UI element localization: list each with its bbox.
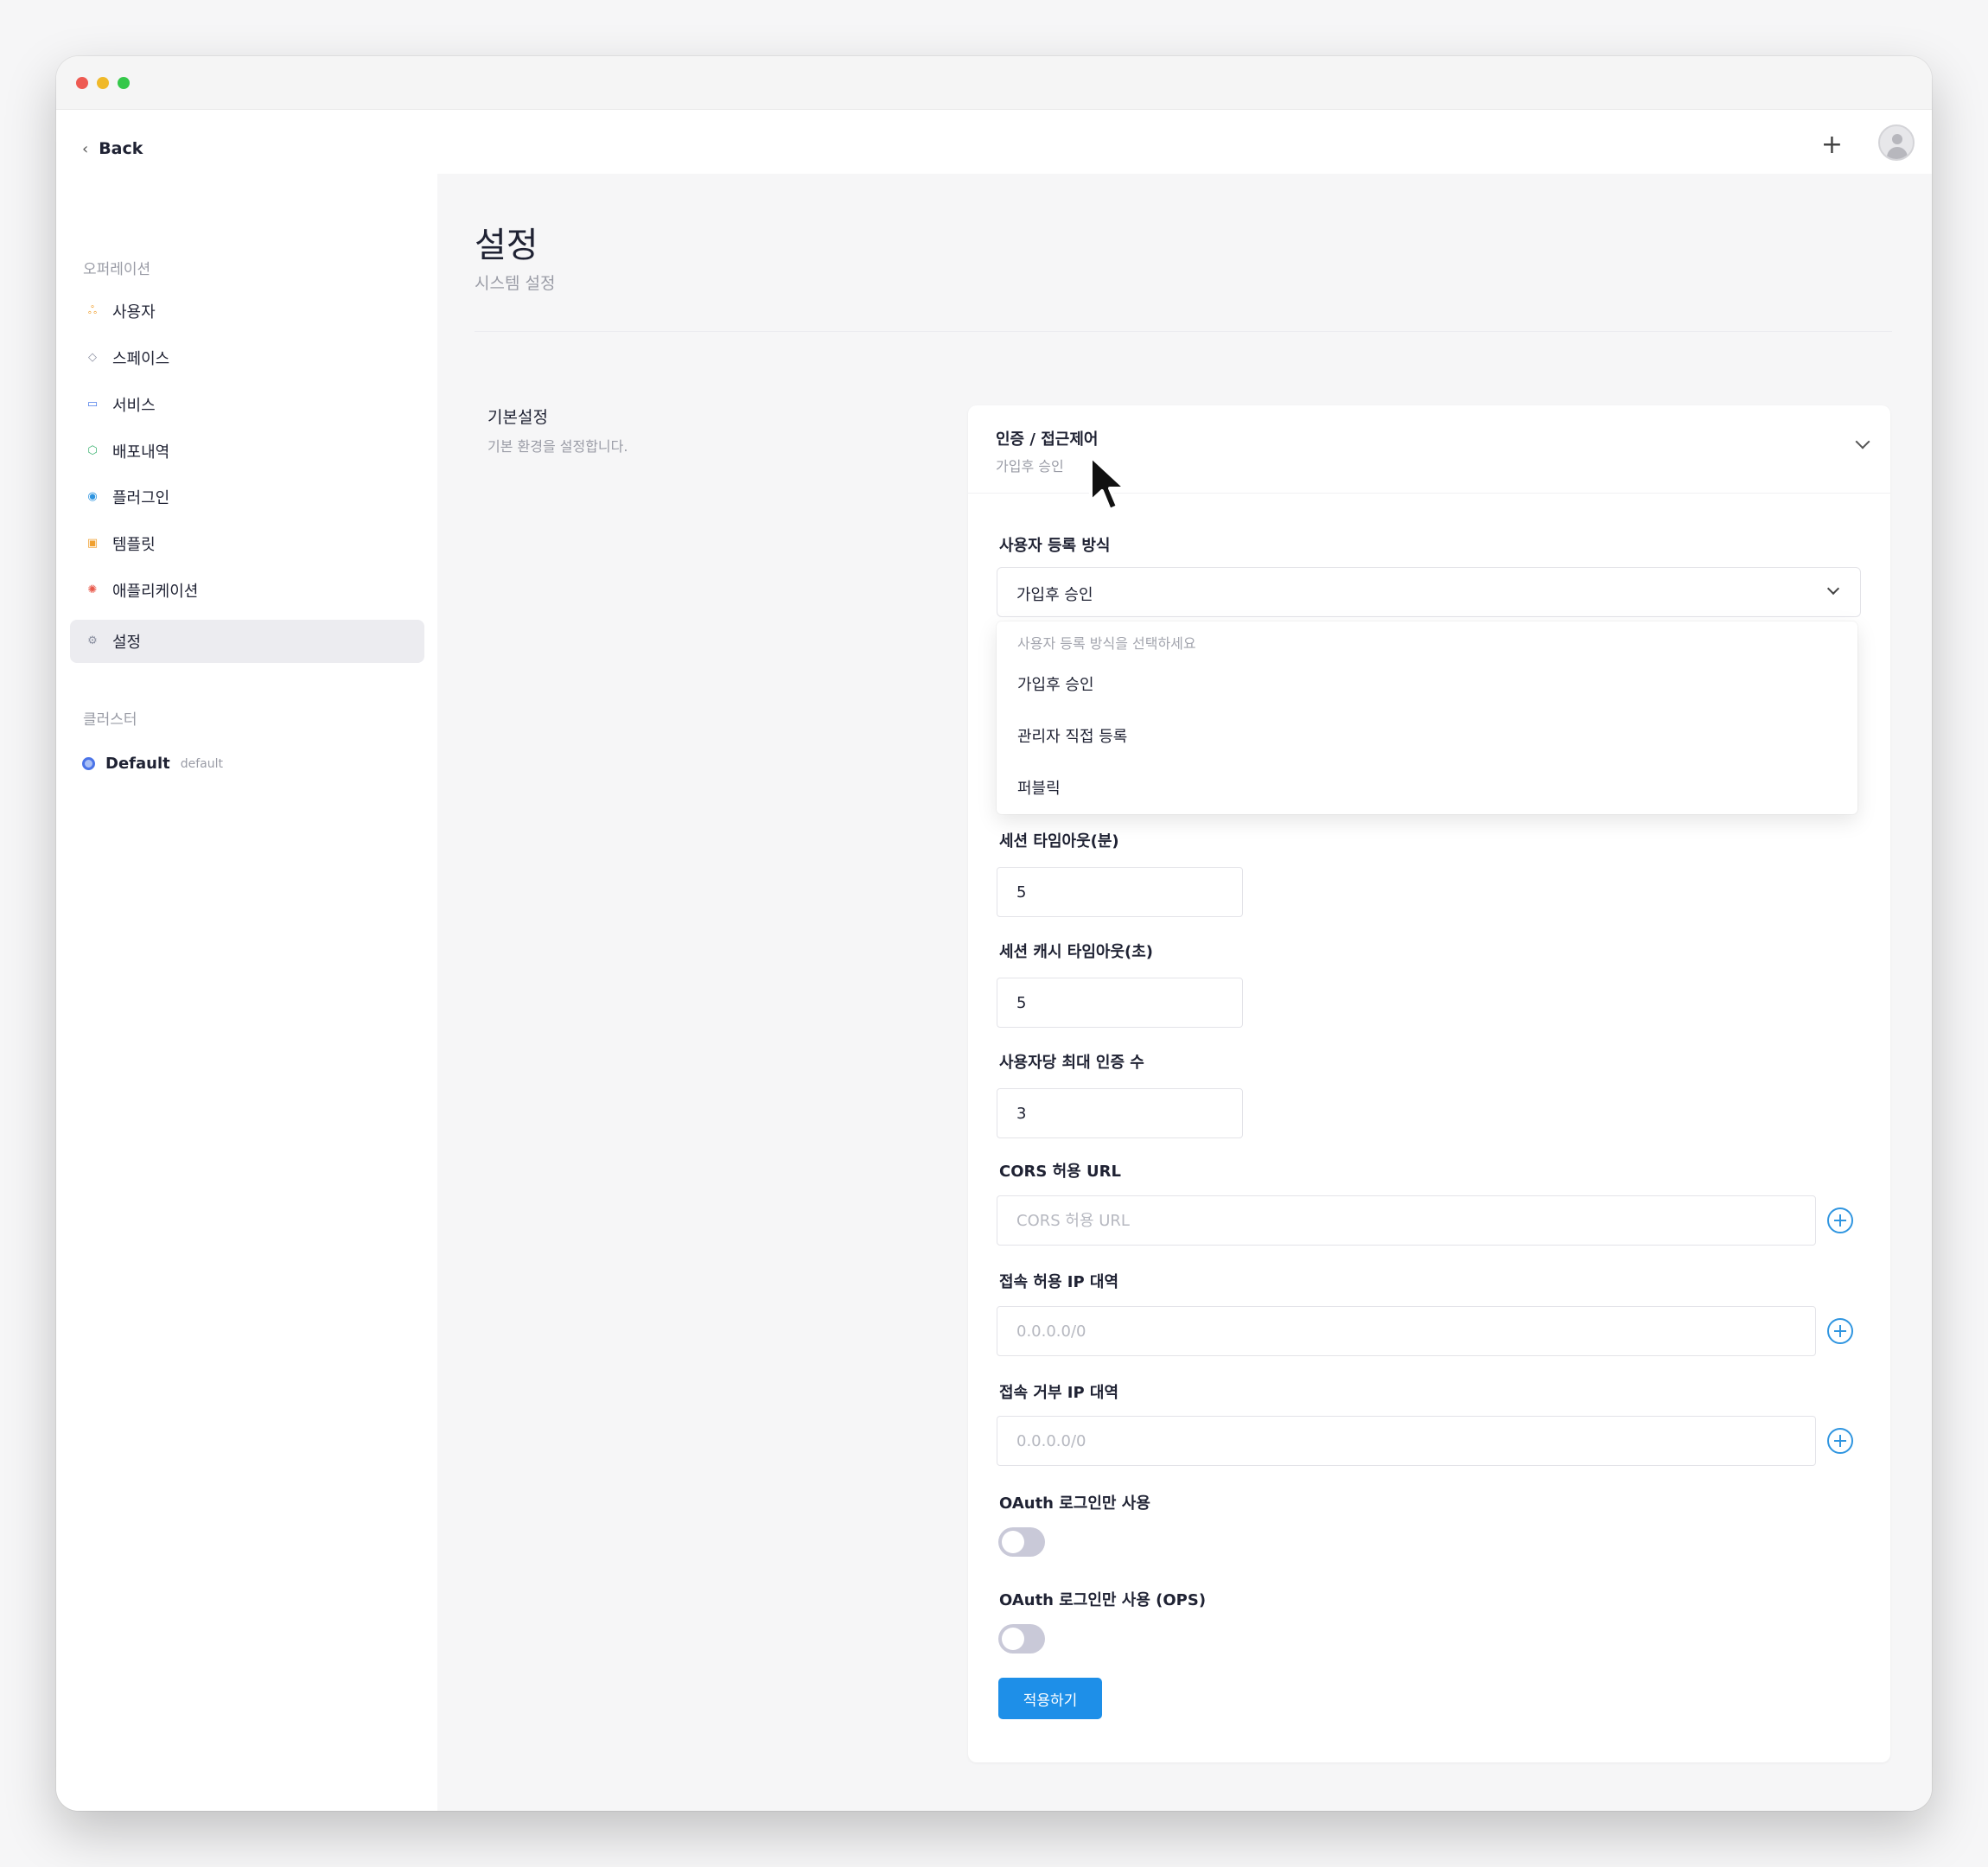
close-window-button[interactable] xyxy=(76,77,88,89)
sidebar-item-label: 배포내역 xyxy=(112,443,170,462)
title-bar xyxy=(56,56,1932,110)
minimize-window-button[interactable] xyxy=(97,77,109,89)
sidebar-section-operations: 오퍼레이션 xyxy=(83,261,151,278)
sidebar-item-templates[interactable]: ▣ 템플릿 xyxy=(70,522,424,565)
session-timeout-input[interactable] xyxy=(997,867,1243,917)
chevron-down-icon xyxy=(1855,434,1870,449)
registration-dropdown-menu: 사용자 등록 방식을 선택하세요 가입후 승인 관리자 직접 등록 퍼블릭 xyxy=(997,621,1857,814)
add-deny-ip-icon[interactable] xyxy=(1827,1428,1853,1454)
cors-url-input[interactable] xyxy=(997,1195,1816,1246)
group-title: 기본설정 xyxy=(487,408,548,427)
divider xyxy=(475,331,1892,332)
dropdown-option-approve-after-signup[interactable]: 가입후 승인 xyxy=(997,660,1857,708)
cluster-status-icon xyxy=(82,757,95,770)
registration-select[interactable]: 가입후 승인 xyxy=(997,567,1861,617)
add-cors-url-icon[interactable] xyxy=(1827,1207,1853,1233)
chevron-left-icon: ‹ xyxy=(82,139,89,158)
cluster-namespace: default xyxy=(180,756,223,771)
sidebar-item-label: 애플리케이션 xyxy=(112,583,199,601)
sidebar-item-label: 플러그인 xyxy=(112,489,170,507)
dropdown-option-admin-register[interactable]: 관리자 직접 등록 xyxy=(997,711,1857,760)
back-button[interactable]: ‹ Back xyxy=(82,139,143,158)
registration-label: 사용자 등록 방식 xyxy=(999,537,1111,555)
sidebar-item-spaces[interactable]: ◇ 스페이스 xyxy=(70,336,424,379)
registration-select-value: 가입후 승인 xyxy=(1016,586,1093,604)
package-icon: ▣ xyxy=(86,537,99,550)
allow-ip-label: 접속 허용 IP 대역 xyxy=(999,1273,1119,1291)
cors-label: CORS 허용 URL xyxy=(999,1163,1121,1181)
card-subtitle: 가입후 승인 xyxy=(996,458,1064,475)
sidebar-item-label: 설정 xyxy=(112,634,142,652)
sidebar-section-clusters: 클러스터 xyxy=(83,711,137,729)
gear-icon: ⚙ xyxy=(87,634,98,647)
deny-ip-input[interactable] xyxy=(997,1416,1816,1466)
page-subtitle: 시스템 설정 xyxy=(475,274,556,293)
window-icon: ▭ xyxy=(86,398,99,411)
plus-icon[interactable]: + xyxy=(1821,132,1843,158)
session-timeout-label: 세션 타임아웃(분) xyxy=(999,832,1119,851)
sidebar-item-label: 서비스 xyxy=(112,397,156,415)
sidebar-item-services[interactable]: ▭ 서비스 xyxy=(70,383,424,426)
sidebar-item-cluster-default[interactable]: Default default xyxy=(82,755,223,773)
card-title: 인증 / 접근제어 xyxy=(996,430,1099,449)
sidebar-item-applications[interactable]: ✺ 애플리케이션 xyxy=(70,569,424,612)
cluster-name: Default xyxy=(105,755,170,773)
chevron-down-icon xyxy=(1826,582,1840,596)
auth-access-card: 인증 / 접근제어 가입후 승인 사용자 등록 방식 가입후 승인 사용자 등록… xyxy=(968,405,1890,1762)
group-subtitle: 기본 환경을 설정합니다. xyxy=(487,438,628,455)
page-title: 설정 xyxy=(475,226,538,265)
session-cache-timeout-label: 세션 캐시 타임아웃(초) xyxy=(999,943,1154,961)
maximize-window-button[interactable] xyxy=(118,77,130,89)
allow-ip-input[interactable] xyxy=(997,1306,1816,1356)
app-icon: ✺ xyxy=(87,583,98,596)
back-label: Back xyxy=(99,139,143,158)
sidebar-item-deployments[interactable]: ⬡ 배포내역 xyxy=(70,430,424,473)
add-allow-ip-icon[interactable] xyxy=(1827,1318,1853,1344)
oauth-only-label: OAuth 로그인만 사용 xyxy=(999,1494,1150,1513)
sidebar-item-settings[interactable]: ⚙ 설정 xyxy=(70,620,424,663)
oauth-only-ops-label: OAuth 로그인만 사용 (OPS) xyxy=(999,1591,1207,1609)
user-avatar-icon[interactable] xyxy=(1878,124,1915,161)
sidebar-item-label: 사용자 xyxy=(112,303,156,322)
app-window: ‹ Back + 오퍼레이션 ஃ 사용자 ◇ 스페이스 ▭ 서비스 ⬡ 배포내역… xyxy=(56,56,1932,1811)
oauth-only-ops-toggle[interactable] xyxy=(998,1624,1045,1654)
mouse-pointer-icon xyxy=(1089,455,1127,512)
sidebar-item-label: 템플릿 xyxy=(112,536,156,554)
sidebar-item-label: 스페이스 xyxy=(112,350,170,368)
deny-ip-label: 접속 거부 IP 대역 xyxy=(999,1384,1119,1402)
max-auth-input[interactable] xyxy=(997,1088,1243,1138)
sidebar: 오퍼레이션 ஃ 사용자 ◇ 스페이스 ▭ 서비스 ⬡ 배포내역 ◉ 플러그인 ▣… xyxy=(56,174,437,1811)
main-content: 설정 시스템 설정 기본설정 기본 환경을 설정합니다. 인증 / 접근제어 가… xyxy=(437,174,1932,1811)
oauth-only-toggle[interactable] xyxy=(998,1527,1045,1557)
plugin-icon: ◉ xyxy=(87,490,98,503)
box-icon: ⬡ xyxy=(87,444,98,457)
top-bar xyxy=(56,110,1932,174)
apply-button[interactable]: 적용하기 xyxy=(998,1678,1102,1719)
sidebar-item-plugins[interactable]: ◉ 플러그인 xyxy=(70,475,424,519)
max-auth-label: 사용자당 최대 인증 수 xyxy=(999,1054,1144,1072)
sidebar-item-users[interactable]: ஃ 사용자 xyxy=(70,290,424,333)
session-cache-timeout-input[interactable] xyxy=(997,978,1243,1028)
dropdown-option-public[interactable]: 퍼블릭 xyxy=(997,763,1857,812)
users-icon: ஃ xyxy=(87,304,98,317)
layers-icon: ◇ xyxy=(88,351,97,364)
dropdown-placeholder: 사용자 등록 방식을 선택하세요 xyxy=(1017,635,1196,652)
